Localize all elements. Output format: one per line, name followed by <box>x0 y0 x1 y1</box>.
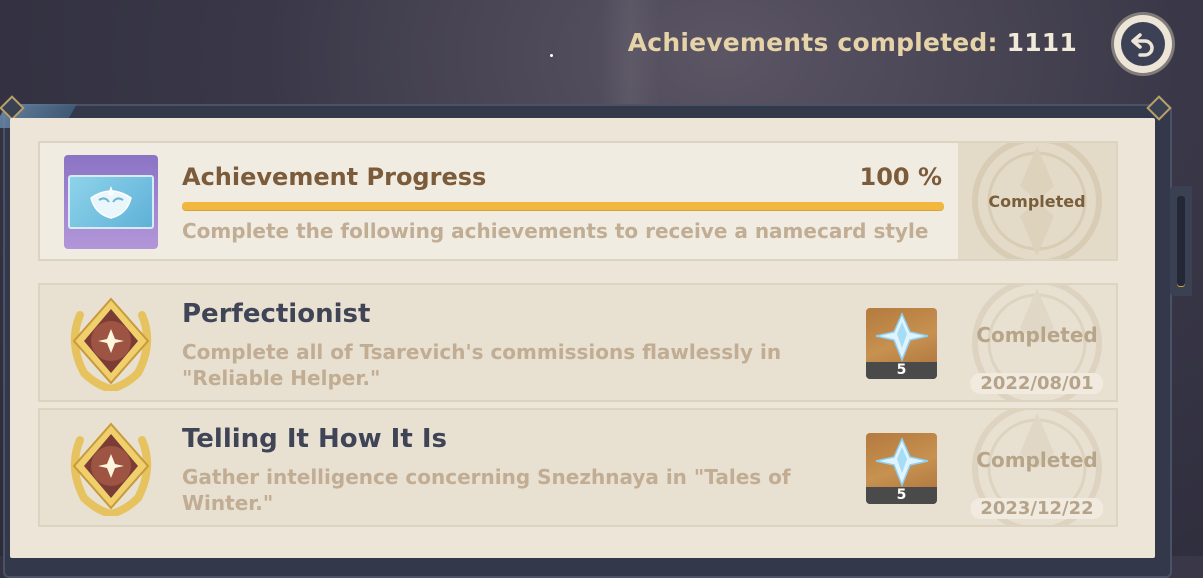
primogem-icon <box>875 312 929 363</box>
progress-bar <box>182 202 944 210</box>
achievement-progress-card: Achievement Progress 100 % Complete the … <box>38 141 1118 261</box>
achievement-title: Telling It How It Is <box>182 424 447 454</box>
back-button[interactable] <box>1114 15 1172 73</box>
completed-status: Completed <box>976 447 1098 472</box>
reward-count: 5 <box>866 362 937 379</box>
completed-status: Completed <box>988 191 1086 211</box>
progress-description: Complete the following achievements to r… <box>182 219 929 243</box>
completed-stamp: Completed 2023/12/22 <box>958 410 1116 525</box>
achievement-description-line: "Reliable Helper." <box>182 366 381 390</box>
reward-item[interactable]: 5 <box>866 308 937 379</box>
achievement-item[interactable]: Perfectionist Complete all of Tsarevich'… <box>38 283 1118 402</box>
achievement-medal-icon <box>70 422 152 516</box>
achievement-description: Gather intelligence concerning Snezhnaya… <box>182 464 822 516</box>
achievement-description-line: Winter." <box>182 491 274 515</box>
achievements-completed-value: 1111 <box>1006 28 1077 57</box>
achievements-completed-label: Achievements completed: <box>627 28 998 57</box>
back-arrow-icon <box>1121 22 1165 66</box>
scrollbar-thumb[interactable] <box>1177 196 1185 286</box>
completed-stamp: Completed 2022/08/01 <box>958 285 1116 400</box>
achievements-completed-counter: Achievements completed: 1111 <box>628 28 1077 57</box>
primogem-icon <box>875 437 929 488</box>
progress-percent: 100 % <box>859 163 943 191</box>
scrollbar[interactable] <box>1170 186 1192 296</box>
achievement-description-line: Complete all of Tsarevich's commissions … <box>182 340 782 364</box>
achievement-description: Complete all of Tsarevich's commissions … <box>182 339 822 391</box>
background-light-streak <box>600 0 660 120</box>
completed-status: Completed <box>976 322 1098 347</box>
completion-date: 2022/08/01 <box>970 373 1104 394</box>
progress-title: Achievement Progress <box>182 163 487 191</box>
background-star <box>550 54 553 57</box>
namecard-icon <box>64 155 158 249</box>
completed-stamp: Completed <box>958 143 1116 259</box>
achievement-item[interactable]: Telling It How It Is Gather intelligence… <box>38 408 1118 527</box>
achievement-medal-icon <box>70 297 152 391</box>
reward-item[interactable]: 5 <box>866 433 937 504</box>
achievement-description-line: Gather intelligence concerning Snezhnaya… <box>182 465 791 489</box>
completion-date: 2023/12/22 <box>970 498 1104 519</box>
reward-count: 5 <box>866 487 937 504</box>
achievement-title: Perfectionist <box>182 299 371 329</box>
